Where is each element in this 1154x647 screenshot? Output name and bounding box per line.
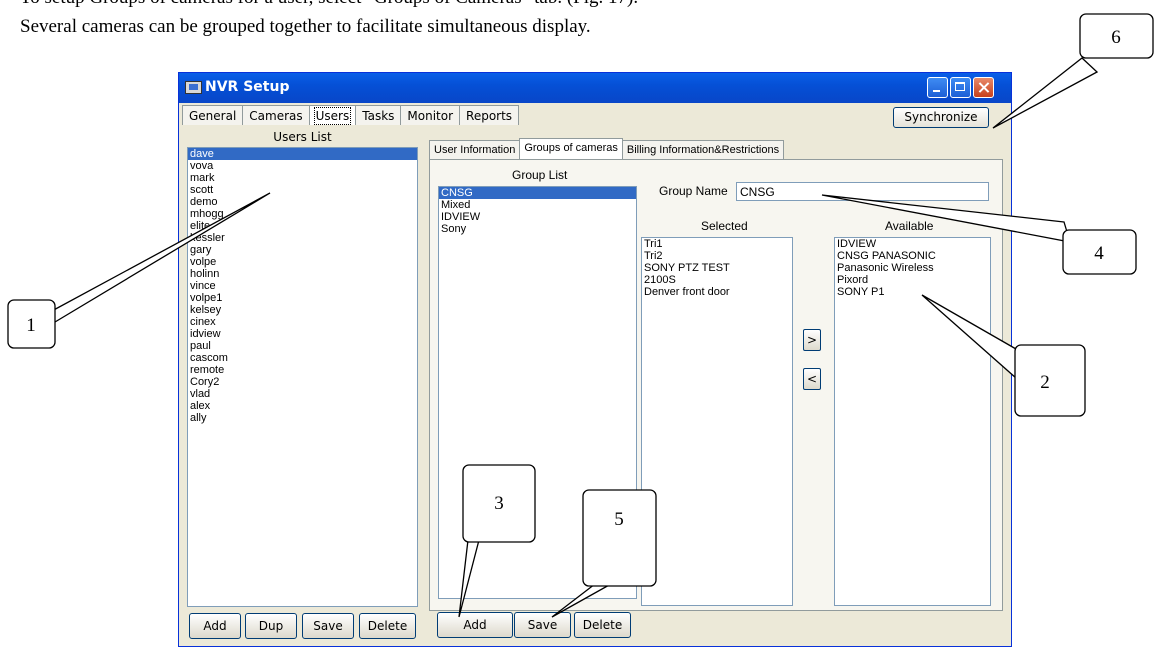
tab-tasks[interactable]: Tasks [355,105,402,125]
instruction-line-2: Several cameras can be grouped together … [20,16,591,37]
move-right-button[interactable]: > [803,329,821,351]
user-item[interactable]: scott [188,184,417,196]
save-group-button[interactable]: Save [514,612,571,638]
nvr-setup-window: NVR Setup General Cameras Users Tasks Mo… [178,72,1012,647]
user-item[interactable]: ally [188,412,417,424]
app-icon [185,81,202,94]
tab-billing-information[interactable]: Billing Information&Restrictions [621,140,785,159]
user-item[interactable]: alex [188,400,417,412]
tab-groups-of-cameras[interactable]: Groups of cameras [519,138,623,159]
window-title: NVR Setup [205,79,290,95]
user-item[interactable]: elite [188,220,417,232]
selected-camera-item[interactable]: Denver front door [642,286,792,298]
available-camera-item[interactable]: Panasonic Wireless [835,262,990,274]
instruction-line-1: To setup Groups of cameras for a user, s… [20,0,638,9]
user-item[interactable]: vince [188,280,417,292]
tab-users-label: Users [313,107,352,125]
available-camera-item[interactable]: Pixord [835,274,990,286]
add-group-button[interactable]: Add [437,612,513,638]
main-tabs: General Cameras Users Tasks Monitor Repo… [182,105,520,127]
user-item[interactable]: kessler [188,232,417,244]
users-panel: Users List dave vova mark scott demo mhogg eli… [187,130,418,640]
user-item[interactable]: volpe [188,256,417,268]
group-item[interactable]: Mixed [439,199,636,211]
callout-6-box [1079,13,1154,59]
groups-panel: Group List CNSG Mixed IDVIEW Sony Group Nam… [429,159,1003,611]
callout-4-label: 4 [1094,243,1104,264]
user-item[interactable]: Cory2 [188,376,417,388]
users-list-header: Users List [273,130,332,144]
available-camera-item[interactable]: IDVIEW [835,238,990,250]
group-list[interactable]: CNSG Mixed IDVIEW Sony [438,186,637,599]
user-item[interactable]: volpe1 [188,292,417,304]
tab-user-information[interactable]: User Information [429,140,521,159]
selected-header: Selected [701,219,748,233]
available-camera-item[interactable]: CNSG PANASONIC [835,250,990,262]
dup-user-button[interactable]: Dup [245,613,297,639]
callout-4-box [1062,229,1137,275]
user-subtabs: User Information Groups of cameras Billi… [429,138,785,159]
add-user-button[interactable]: Add [189,613,241,639]
group-item[interactable]: IDVIEW [439,211,636,223]
user-item[interactable]: demo [188,196,417,208]
tab-general[interactable]: General [182,105,244,125]
user-item[interactable]: cascom [188,352,417,364]
available-cameras-list[interactable]: IDVIEW CNSG PANASONIC Panasonic Wireless Pi… [834,237,991,606]
user-item[interactable]: mhogg [188,208,417,220]
group-name-label: Group Name [659,184,728,198]
callout-6-label: 6 [1111,27,1121,48]
callout-2-label: 2 [1040,372,1050,393]
user-item[interactable]: idview [188,328,417,340]
selected-camera-item[interactable]: 2100S [642,274,792,286]
selected-camera-item[interactable]: Tri2 [642,250,792,262]
group-item[interactable]: Sony [439,223,636,235]
tab-cameras[interactable]: Cameras [242,105,310,125]
user-item[interactable]: cinex [188,316,417,328]
selected-camera-item[interactable]: Tri1 [642,238,792,250]
save-user-button[interactable]: Save [302,613,354,639]
synchronize-button[interactable]: Synchronize [893,107,989,128]
maximize-icon[interactable] [950,77,971,98]
user-item[interactable]: vlad [188,388,417,400]
user-item[interactable]: dave [188,148,417,160]
move-left-button[interactable]: < [803,368,821,390]
close-icon[interactable] [973,77,994,98]
user-item[interactable]: mark [188,172,417,184]
group-item[interactable]: CNSG [439,187,636,199]
minimize-icon[interactable] [927,77,948,98]
available-camera-item[interactable]: SONY P1 [835,286,990,298]
user-item[interactable]: gary [188,244,417,256]
delete-user-button[interactable]: Delete [359,613,416,639]
selected-cameras-list[interactable]: Tri1 Tri2 SONY PTZ TEST 2100S Denver front d… [641,237,793,606]
user-item[interactable]: remote [188,364,417,376]
title-bar: NVR Setup [179,73,1011,103]
user-item[interactable]: kelsey [188,304,417,316]
selected-camera-item[interactable]: SONY PTZ TEST [642,262,792,274]
users-list[interactable]: dave vova mark scott demo mhogg elite kessler ga… [187,147,418,607]
delete-group-button[interactable]: Delete [574,612,631,638]
user-item[interactable]: vova [188,160,417,172]
callout-1-label: 1 [26,315,36,336]
tab-users[interactable]: Users [308,105,357,125]
callout-1-box [7,299,56,349]
user-item[interactable]: paul [188,340,417,352]
group-list-header: Group List [512,168,568,182]
group-name-field[interactable]: CNSG [736,182,989,201]
available-header: Available [885,219,934,233]
tab-monitor[interactable]: Monitor [400,105,461,125]
user-item[interactable]: holinn [188,268,417,280]
tab-reports[interactable]: Reports [459,105,520,125]
callout-2-box [1014,344,1086,417]
